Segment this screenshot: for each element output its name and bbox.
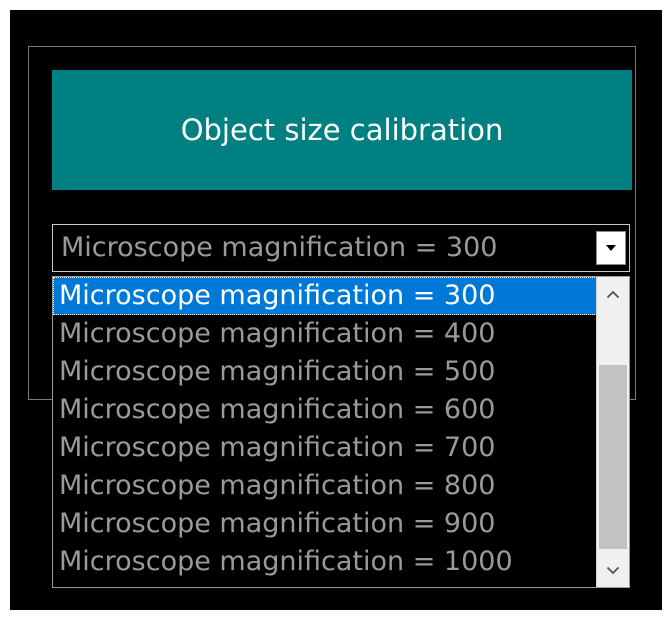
- magnification-dropdown-list[interactable]: Microscope magnification = 300 Microscop…: [52, 276, 630, 588]
- magnification-option-800[interactable]: Microscope magnification = 800: [53, 467, 597, 505]
- magnification-option-700[interactable]: Microscope magnification = 700: [53, 429, 597, 467]
- magnification-select[interactable]: Microscope magnification = 300: [52, 224, 630, 272]
- scroll-down-button[interactable]: [597, 553, 629, 587]
- calibration-button-label: Object size calibration: [180, 113, 504, 147]
- object-size-calibration-button[interactable]: Object size calibration: [52, 70, 632, 190]
- magnification-option-1000[interactable]: Microscope magnification = 1000: [53, 543, 597, 581]
- chevron-down-icon: [606, 245, 616, 251]
- chevron-down-icon: [606, 566, 620, 574]
- chevron-up-icon: [606, 290, 620, 298]
- scroll-up-button[interactable]: [597, 277, 629, 311]
- scroll-thumb[interactable]: [599, 365, 627, 549]
- magnification-options: Microscope magnification = 300 Microscop…: [53, 277, 597, 581]
- dropdown-toggle-button[interactable]: [596, 231, 626, 265]
- calibration-window: Object size calibration Microscope magni…: [10, 10, 662, 610]
- magnification-option-900[interactable]: Microscope magnification = 900: [53, 505, 597, 543]
- magnification-option-600[interactable]: Microscope magnification = 600: [53, 391, 597, 429]
- magnification-option-500[interactable]: Microscope magnification = 500: [53, 353, 597, 391]
- magnification-option-400[interactable]: Microscope magnification = 400: [53, 315, 597, 353]
- magnification-option-300[interactable]: Microscope magnification = 300: [53, 277, 597, 315]
- dropdown-scrollbar[interactable]: [596, 277, 629, 587]
- magnification-selected-value: Microscope magnification = 300: [61, 232, 498, 263]
